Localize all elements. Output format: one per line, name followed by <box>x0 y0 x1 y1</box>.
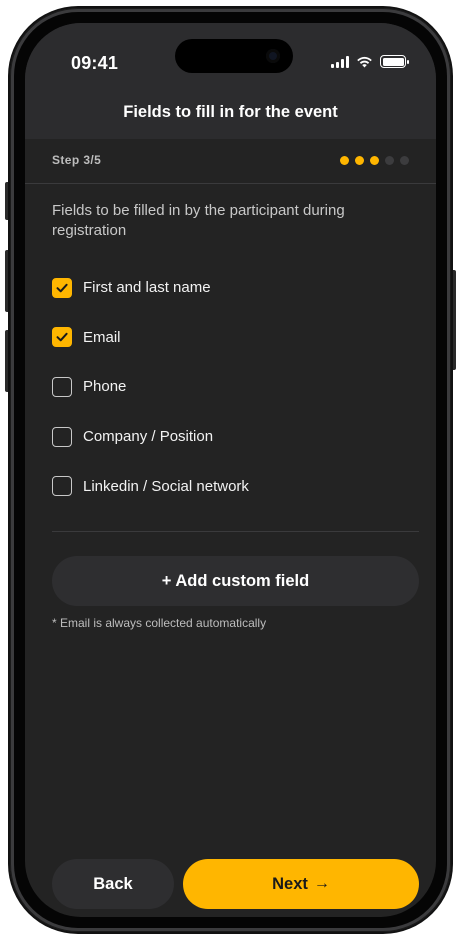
step-dot <box>400 155 409 165</box>
battery-icon <box>380 55 409 68</box>
status-icons <box>331 55 409 68</box>
field-list: First and last name Email Phone Company … <box>52 274 409 522</box>
page-title: Fields to fill in for the event <box>123 102 338 121</box>
step-dot <box>385 155 394 165</box>
next-button-label: Next <box>272 874 308 893</box>
field-option-phone[interactable]: Phone <box>52 373 409 400</box>
checkbox[interactable] <box>52 426 72 447</box>
step-dot <box>355 155 364 165</box>
field-label: Company / Position <box>83 428 214 446</box>
step-indicator: Step 3/5 <box>52 149 409 171</box>
next-button[interactable]: Next → <box>183 859 419 909</box>
field-label: Linkedin / Social network <box>83 477 249 495</box>
divider <box>25 183 436 184</box>
wifi-icon <box>357 56 372 67</box>
status-bar: 09:41 <box>25 23 436 85</box>
field-option-linkedin-social[interactable]: Linkedin / Social network <box>52 473 409 500</box>
step-dot <box>340 155 349 165</box>
check-icon <box>56 332 68 342</box>
footer-actions: Back Next → <box>52 859 419 909</box>
email-note: * Email is always collected automaticall… <box>52 616 267 630</box>
step-label: Step 3/5 <box>52 153 102 167</box>
check-icon <box>56 283 68 292</box>
step-dot <box>370 155 379 165</box>
cellular-signal-icon <box>331 55 349 68</box>
arrow-right-icon: → <box>313 875 330 892</box>
checkbox[interactable] <box>52 476 72 497</box>
intro-text: Fields to be filled in by the participan… <box>52 202 345 239</box>
checkbox[interactable] <box>52 327 72 348</box>
camera-icon <box>266 49 280 63</box>
field-option-email[interactable]: Email <box>52 324 409 351</box>
back-button[interactable]: Back <box>52 859 174 909</box>
phone-bezel: 09:41 Fields to fill in for the event St… <box>14 12 447 928</box>
field-label: Phone <box>83 378 127 396</box>
checkbox[interactable] <box>52 277 72 298</box>
field-option-company-position[interactable]: Company / Position <box>52 423 409 450</box>
field-label: First and last name <box>83 279 211 296</box>
divider <box>52 531 419 532</box>
checkbox[interactable] <box>52 376 72 397</box>
add-custom-field-button[interactable]: + Add custom field <box>52 556 419 606</box>
field-label: Email <box>83 328 121 346</box>
dynamic-island <box>175 39 293 73</box>
status-time: 09:41 <box>71 53 119 73</box>
step-progress-dots <box>340 155 409 165</box>
header: Fields to fill in for the event <box>25 85 436 139</box>
screen: 09:41 Fields to fill in for the event St… <box>25 23 436 917</box>
field-option-first-last-name[interactable]: First and last name <box>52 274 409 301</box>
phone-frame: 09:41 Fields to fill in for the event St… <box>10 8 451 932</box>
